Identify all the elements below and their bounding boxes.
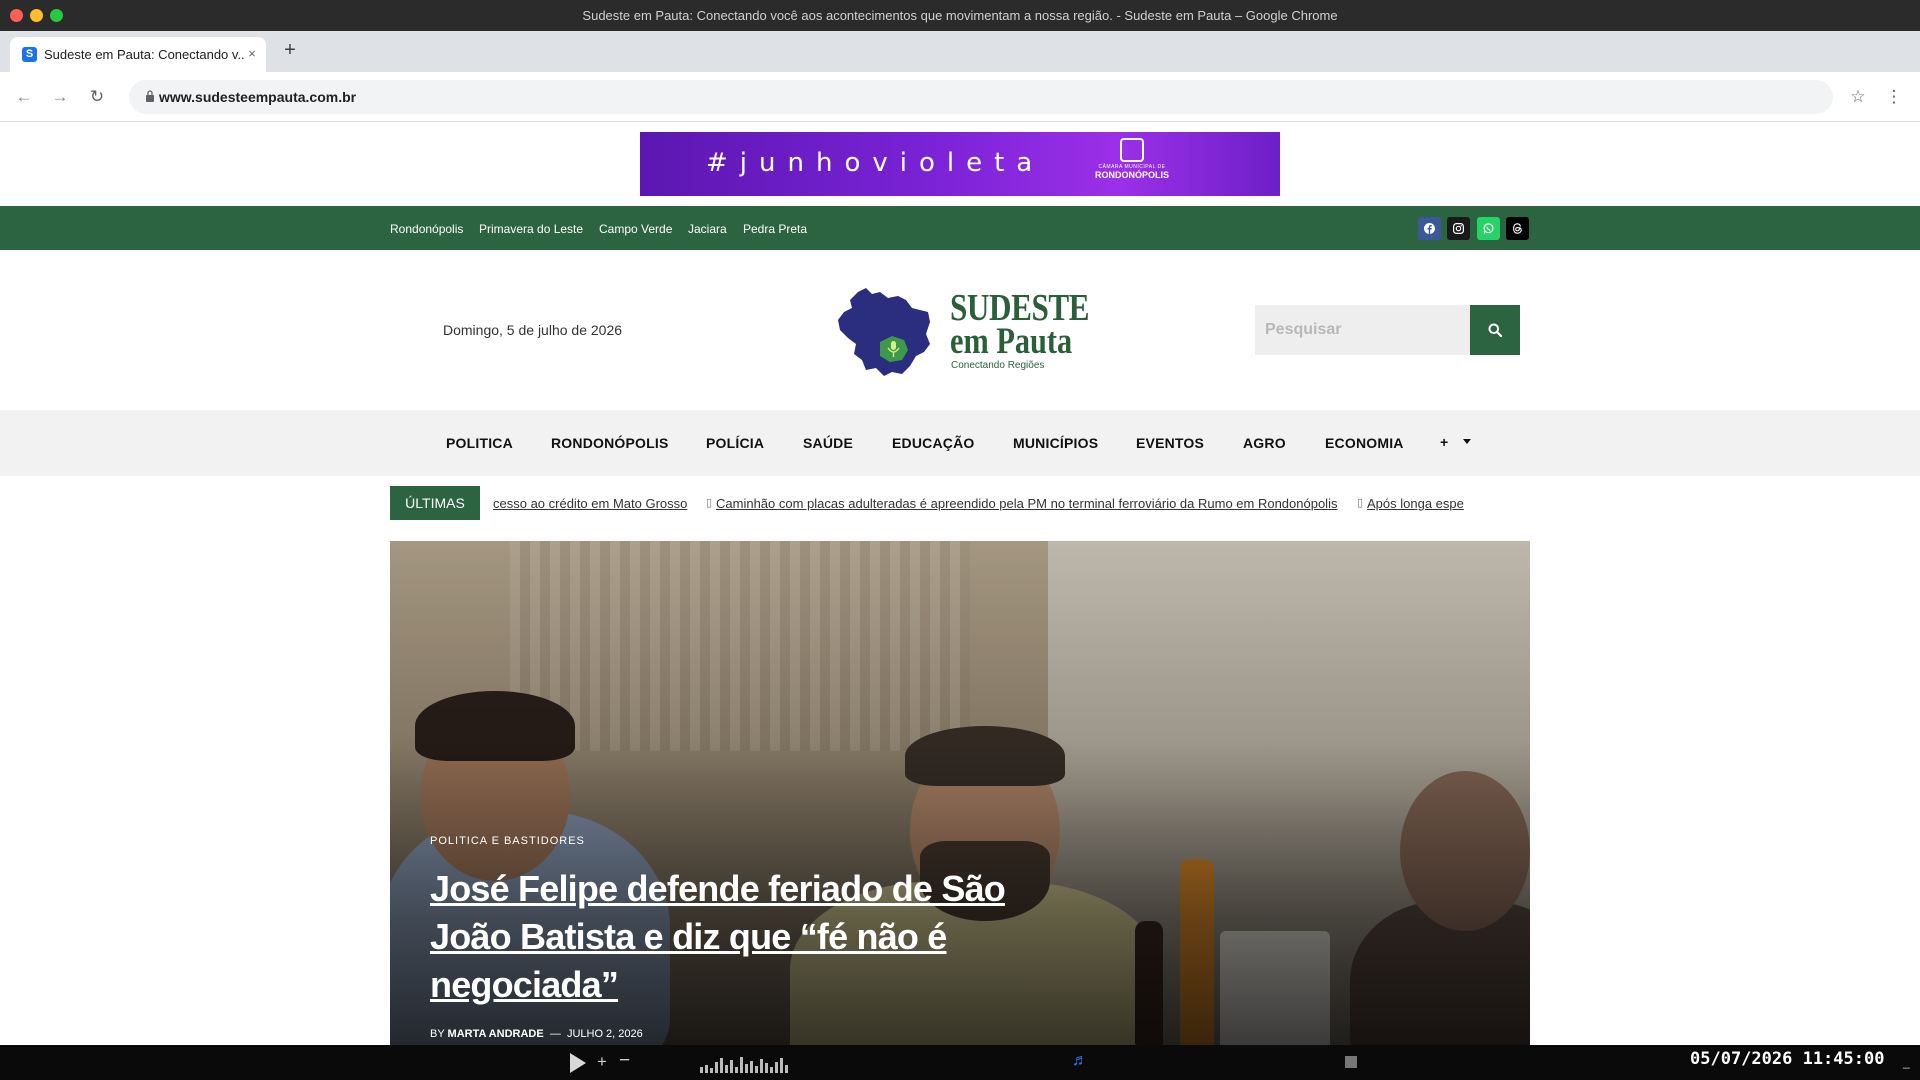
player-cursor: _: [1903, 1055, 1910, 1069]
url-text[interactable]: www.sudesteempauta.com.br: [159, 89, 356, 105]
crest-icon: [1120, 138, 1144, 162]
camara-logo-big-text: RONDONÓPOLIS: [1094, 170, 1169, 180]
browser-menu-icon[interactable]: ⋮: [1882, 85, 1906, 109]
city-link-campo-verde[interactable]: Campo Verde: [599, 222, 672, 236]
featured-article[interactable]: POLITICA E BASTIDORES José Felipe defend…: [390, 541, 1530, 1045]
nav-item-rondonopolis[interactable]: RONDONÓPOLIS: [551, 435, 669, 451]
player-clock: 05/07/2026 11:45:00: [1690, 1049, 1885, 1069]
browser-toolbar: ← → ↻ www.sudesteempauta.com.br ☆ ⋮: [0, 72, 1920, 122]
browser-tab[interactable]: S Sudeste em Pauta: Conectando v... ×: [10, 37, 266, 72]
nav-item-economia[interactable]: ECONOMIA: [1325, 435, 1404, 451]
window-titlebar: Sudeste em Pauta: Conectando você aos ac…: [0, 0, 1920, 31]
threads-icon[interactable]: [1506, 217, 1529, 240]
article-byline: BY MARTA ANDRADE — JULHO 2, 2026: [430, 1028, 643, 1040]
city-link-jaciara[interactable]: Jaciara: [688, 222, 727, 236]
ticker-bullet-icon: ▯: [706, 497, 713, 509]
address-bar[interactable]: www.sudesteempauta.com.br: [129, 80, 1833, 114]
ticker-item[interactable]: Caminhão com placas adulteradas é apreen…: [716, 496, 1337, 511]
byline-by: BY: [430, 1028, 445, 1040]
search-button[interactable]: [1470, 305, 1520, 355]
nav-item-politica[interactable]: POLITICA: [446, 435, 513, 451]
play-icon[interactable]: [570, 1053, 586, 1073]
logo-tagline: Conectando Regiões: [951, 360, 1045, 371]
back-button[interactable]: ←: [13, 86, 35, 108]
nav-item-eventos[interactable]: EVENTOS: [1136, 435, 1204, 451]
whatsapp-icon[interactable]: [1477, 217, 1500, 240]
main-navigation: POLITICA RONDONÓPOLIS POLÍCIA SAÚDE EDUC…: [0, 410, 1920, 476]
window-title: Sudeste em Pauta: Conectando você aos ac…: [582, 8, 1338, 23]
logo-text-em-pauta: em Pauta: [950, 321, 1073, 362]
nav-item-policia[interactable]: POLÍCIA: [706, 435, 764, 451]
nav-more-button[interactable]: +: [1440, 434, 1448, 450]
article-date: JULHO 2, 2026: [566, 1028, 643, 1040]
volume-down-button[interactable]: −: [619, 1050, 630, 1072]
top-city-bar: Rondonópolis Primavera do Leste Campo Ve…: [0, 206, 1920, 250]
stop-icon[interactable]: [1345, 1056, 1357, 1068]
reload-button[interactable]: ↻: [86, 86, 108, 108]
music-note-icon: ♬: [1072, 1052, 1088, 1069]
ticker-item[interactable]: Após longa espe: [1367, 496, 1464, 511]
city-link-primavera-do-leste[interactable]: Primavera do Leste: [479, 222, 583, 236]
article-category[interactable]: POLITICA E BASTIDORES: [430, 835, 585, 847]
equalizer-icon: [700, 1057, 788, 1073]
site-favicon-icon: S: [22, 47, 37, 62]
camara-logo: CÂMARA MUNICIPAL DE RONDONÓPOLIS: [1084, 138, 1180, 190]
news-ticker: cesso ao crédito em Mato Grosso ▯ Caminh…: [493, 486, 1466, 520]
ad-banner[interactable]: #junhovioleta CÂMARA MUNICIPAL DE RONDON…: [640, 132, 1280, 196]
tab-title: Sudeste em Pauta: Conectando v...: [44, 47, 244, 62]
tab-strip: S Sudeste em Pauta: Conectando v... × +: [0, 31, 1920, 72]
ticker-item[interactable]: cesso ao crédito em Mato Grosso: [493, 496, 687, 511]
ticker-bullet-icon: ▯: [1357, 497, 1364, 509]
search-icon: [1488, 323, 1502, 337]
byline-separator: —: [549, 1028, 561, 1040]
search-input[interactable]: [1255, 305, 1470, 355]
instagram-icon[interactable]: [1447, 217, 1470, 240]
mato-grosso-map-icon: [838, 288, 930, 376]
nav-item-agro[interactable]: AGRO: [1243, 435, 1286, 451]
new-tab-button[interactable]: +: [280, 40, 300, 60]
article-author[interactable]: MARTA ANDRADE: [448, 1028, 544, 1040]
article-headline[interactable]: José Felipe defende feriado de São João …: [430, 865, 1050, 1009]
bookmark-star-icon[interactable]: ☆: [1846, 85, 1870, 109]
ad-banner-text: #junhovioleta: [706, 148, 1045, 178]
current-date: Domingo, 5 de julho de 2026: [443, 322, 623, 338]
forward-button[interactable]: →: [49, 86, 71, 108]
tab-close-icon[interactable]: ×: [244, 46, 260, 62]
facebook-icon[interactable]: [1418, 217, 1441, 240]
nav-item-saude[interactable]: SAÚDE: [803, 435, 853, 451]
city-link-pedra-preta[interactable]: Pedra Preta: [743, 222, 807, 236]
radio-player-bar: + − ♬ 05/07/2026 11:45:00 _: [0, 1045, 1920, 1080]
nav-item-municipios[interactable]: MUNICÍPIOS: [1013, 435, 1098, 451]
site-logo[interactable]: SUDESTE em Pauta Conectando Regiões: [836, 286, 1090, 378]
ticker-label: ÚLTIMAS: [390, 486, 480, 520]
volume-up-button[interactable]: +: [597, 1052, 607, 1072]
city-link-rondonopolis[interactable]: Rondonópolis: [390, 222, 463, 236]
chevron-down-icon[interactable]: [1463, 439, 1471, 444]
site-info-icon[interactable]: [145, 90, 155, 102]
nav-item-educacao[interactable]: EDUCAÇÃO: [892, 435, 975, 451]
